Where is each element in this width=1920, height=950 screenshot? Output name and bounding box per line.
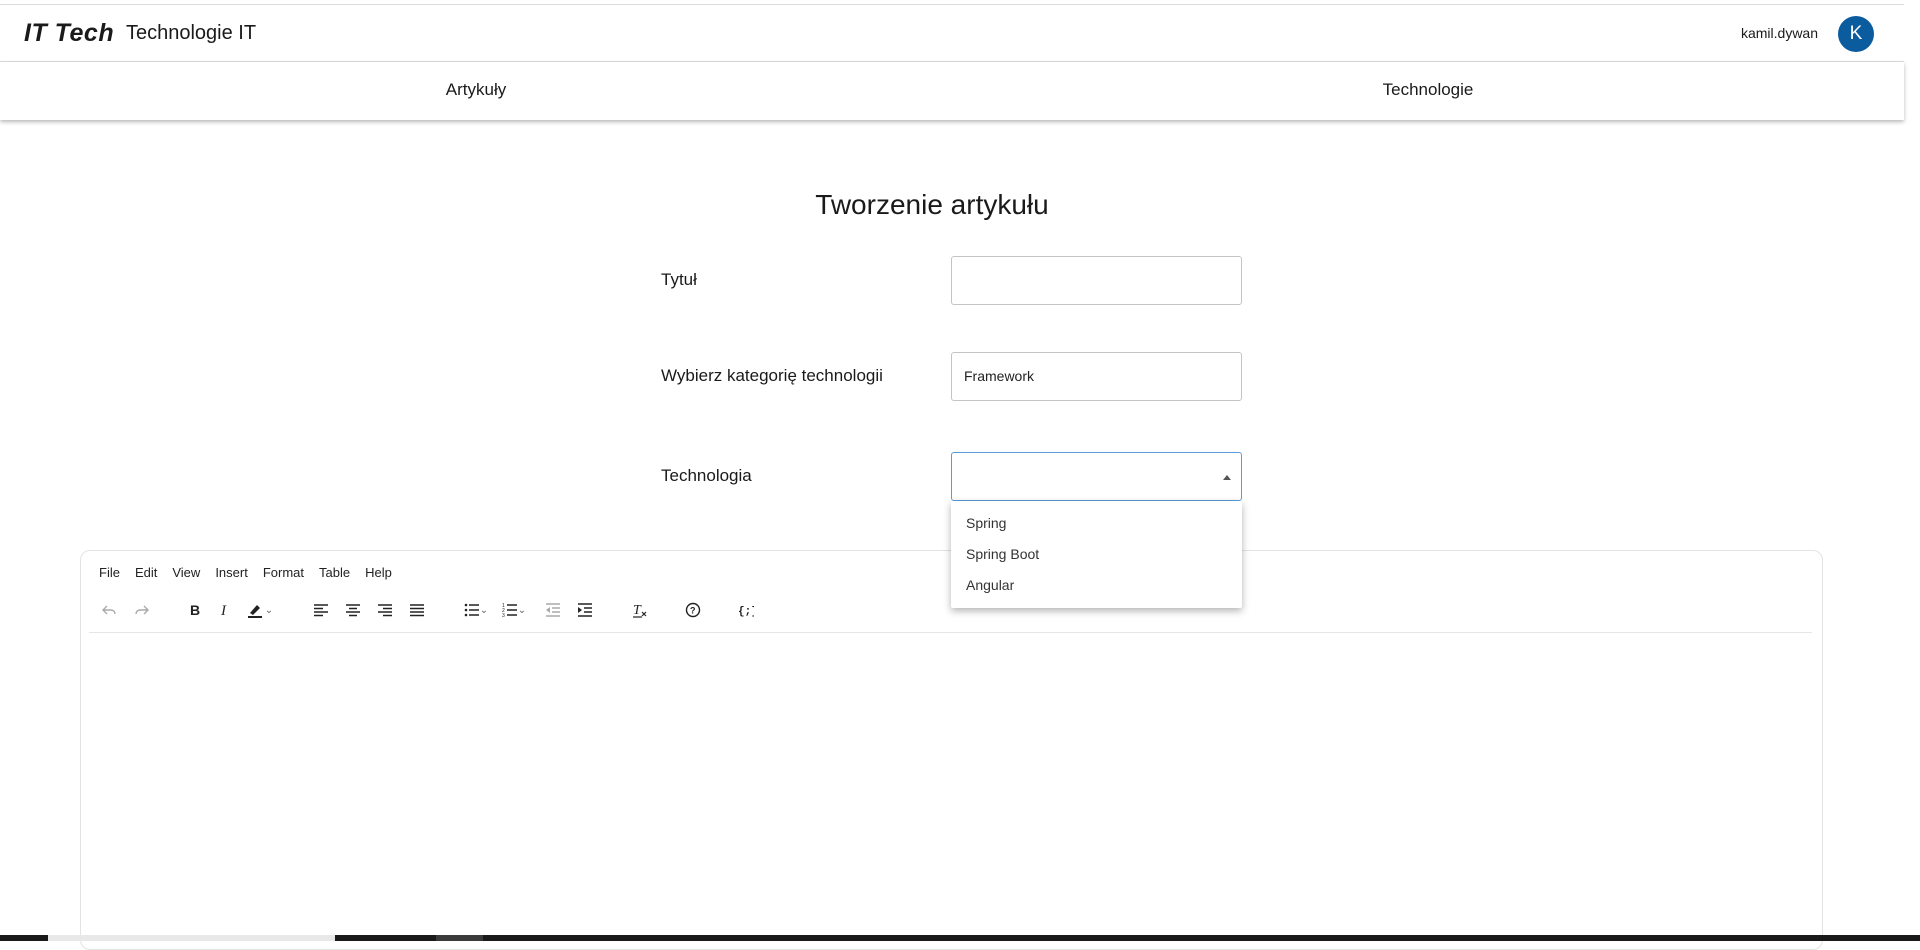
numbered-list-icon[interactable]: 123 ⌄ bbox=[496, 597, 532, 623]
nav-item-technologies[interactable]: Technologie bbox=[952, 62, 1904, 120]
svg-text:T: T bbox=[633, 603, 642, 618]
technology-select[interactable] bbox=[951, 452, 1242, 501]
menu-help[interactable]: Help bbox=[365, 565, 392, 580]
align-justify-icon[interactable] bbox=[404, 597, 430, 623]
editor-content-area[interactable] bbox=[89, 637, 1814, 949]
avatar[interactable]: K bbox=[1838, 16, 1874, 52]
technology-option[interactable]: Spring Boot bbox=[951, 540, 1242, 571]
menu-view[interactable]: View bbox=[172, 565, 200, 580]
technology-option[interactable]: Spring bbox=[951, 509, 1242, 540]
technology-dropdown: Spring Spring Boot Angular bbox=[951, 501, 1242, 608]
brand-logo[interactable]: IT Tech bbox=[24, 19, 114, 48]
caret-up-icon bbox=[1223, 475, 1231, 480]
svg-text:?: ? bbox=[690, 606, 696, 616]
svg-text:3: 3 bbox=[502, 613, 505, 618]
title-input[interactable] bbox=[951, 256, 1242, 305]
rich-text-editor: File Edit View Insert Format Table Help … bbox=[80, 550, 1823, 950]
chevron-down-icon: ⌄ bbox=[517, 604, 527, 616]
app-title: Technologie IT bbox=[126, 22, 257, 44]
technology-label: Technologia bbox=[661, 466, 752, 485]
menu-file[interactable]: File bbox=[99, 565, 120, 580]
italic-icon[interactable]: I bbox=[212, 597, 238, 623]
bullet-list-icon[interactable]: ⌄ bbox=[458, 597, 494, 623]
help-icon[interactable]: ? bbox=[680, 597, 706, 623]
chevron-down-icon: ⌄ bbox=[479, 604, 489, 616]
outdent-icon[interactable] bbox=[540, 597, 566, 623]
indent-icon[interactable] bbox=[572, 597, 598, 623]
menu-table[interactable]: Table bbox=[319, 565, 350, 580]
nav-item-articles[interactable]: Artykuły bbox=[0, 62, 952, 120]
category-value: Framework bbox=[964, 368, 1035, 384]
menu-insert[interactable]: Insert bbox=[215, 565, 248, 580]
svg-text:B: B bbox=[190, 602, 200, 618]
redo-icon[interactable] bbox=[129, 597, 155, 623]
undo-icon[interactable] bbox=[96, 597, 122, 623]
editor-menubar: File Edit View Insert Format Table Help bbox=[99, 565, 392, 580]
page-title: Tworzenie artykułu bbox=[815, 188, 1049, 220]
svg-text:I: I bbox=[220, 603, 227, 618]
main-nav: Artykuły Technologie bbox=[0, 62, 1904, 120]
align-center-icon[interactable] bbox=[340, 597, 366, 623]
category-label: Wybierz kategorię technologii bbox=[661, 366, 883, 385]
username: kamil.dywan bbox=[1740, 25, 1818, 41]
taskbar-app[interactable] bbox=[48, 935, 335, 941]
top-bar: IT Tech Technologie IT kamil.dywan K bbox=[0, 4, 1904, 62]
highlight-icon[interactable]: ⌄ bbox=[242, 597, 278, 623]
align-right-icon[interactable] bbox=[372, 597, 398, 623]
technology-option[interactable]: Angular bbox=[951, 571, 1242, 602]
title-label: Tytuł bbox=[661, 270, 697, 289]
svg-text:{;}: {;} bbox=[738, 606, 754, 618]
clear-formatting-icon[interactable]: T bbox=[627, 597, 653, 623]
menu-edit[interactable]: Edit bbox=[135, 565, 157, 580]
category-field[interactable]: Framework bbox=[951, 352, 1242, 401]
bold-icon[interactable]: B bbox=[182, 597, 208, 623]
menu-format[interactable]: Format bbox=[263, 565, 304, 580]
taskbar-app[interactable] bbox=[436, 935, 483, 941]
code-sample-icon[interactable]: {;} bbox=[733, 597, 759, 623]
align-left-icon[interactable] bbox=[308, 597, 334, 623]
chevron-down-icon: ⌄ bbox=[264, 604, 274, 616]
toolbar-divider bbox=[89, 632, 1812, 633]
